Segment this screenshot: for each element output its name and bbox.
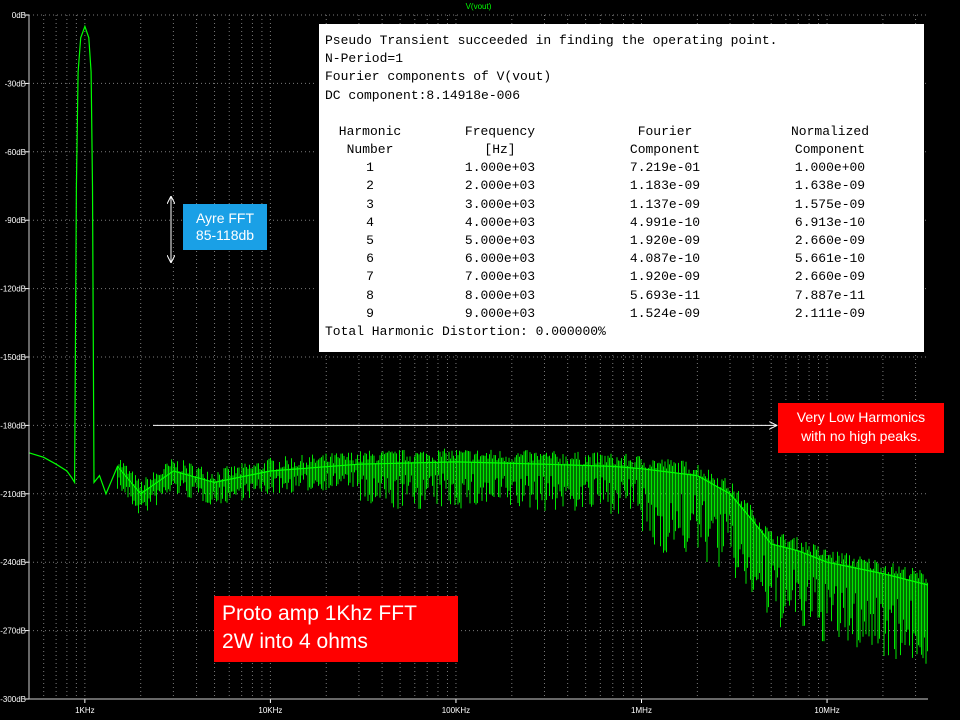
table-cell: 4 [366,214,374,230]
table-cell: 2.660e-09 [794,269,866,285]
table-row: 6 6.000e+03 4.087e-10 5.661e-10 [325,250,915,268]
table-cell: 2.000e+03 [464,178,536,194]
table-cell: 1.638e-09 [794,178,866,194]
col-header-fourier: Fourier [637,123,693,139]
col-subheader-harmonic: Number [346,141,394,157]
y-tick-label: -270dB [0,627,26,636]
table-header-row: Number [Hz] Component Component [325,141,915,159]
table-cell: 8.000e+03 [464,287,536,303]
table-cell: 1.000e+03 [464,160,536,176]
table-cell: 5 [366,232,374,248]
y-tick-label: -300dB [0,695,26,704]
x-tick-label: 100KHz [442,706,470,715]
y-tick-label: -210dB [0,490,26,499]
table-row: 4 4.000e+03 4.991e-10 6.913e-10 [325,214,915,232]
y-tick-label: -90dB [5,216,26,225]
table-row: 3 3.000e+03 1.137e-09 1.575e-09 [325,196,915,214]
log-line: Pseudo Transient succeeded in finding th… [325,33,778,48]
table-cell: 4.991e-10 [629,214,701,230]
table-cell: 2.660e-09 [794,232,866,248]
callout-text: Very Low Harmonics [796,409,926,425]
table-row: 1 1.000e+03 7.219e-01 1.000e+00 [325,159,915,177]
table-cell: 7.887e-11 [794,287,866,303]
callout-text: Proto amp 1Khz FFT [222,602,417,625]
table-cell: 2 [366,178,374,194]
table-cell: 7.219e-01 [629,160,701,176]
fourier-log-panel: Pseudo Transient succeeded in finding th… [316,24,924,352]
table-cell: 6.913e-10 [794,214,866,230]
table-cell: 1.137e-09 [629,196,701,212]
callout-text: 85-118db [195,227,255,243]
table-cell: 1.575e-09 [794,196,866,212]
callout-text: with no high peaks. [801,428,921,444]
table-cell: 8 [366,287,374,303]
table-cell: 1.000e+00 [794,160,866,176]
table-cell: 4.000e+03 [464,214,536,230]
x-tick-label: 10KHz [258,706,282,715]
col-header-normalized: Normalized [790,123,869,139]
log-line: Fourier components of V(vout) [325,69,552,85]
table-cell: 1 [366,160,374,176]
table-cell: 3.000e+03 [464,196,536,212]
y-tick-label: -120dB [0,285,26,294]
proto-amp-callout: Proto amp 1Khz FFT 2W into 4 ohms [214,596,458,662]
table-cell: 9.000e+03 [464,305,536,321]
col-header-harmonic: Harmonic [338,123,402,139]
table-row: 9 9.000e+03 1.524e-09 2.111e-09 [325,305,915,323]
ayre-fft-callout: Ayre FFT 85-118db [183,204,267,250]
y-tick-label: -30dB [5,79,26,88]
table-cell: 9 [366,305,374,321]
table-cell: 7 [366,269,374,285]
col-subheader-frequency: [Hz] [484,141,516,157]
low-harmonics-callout: Very Low Harmonics with no high peaks. [778,403,944,453]
table-cell: 1.920e-09 [629,232,701,248]
trace-label: V(vout) [466,2,492,11]
col-header-frequency: Frequency [464,123,536,139]
thd-line: Total Harmonic Distortion: 0.000000% [325,323,606,339]
table-cell: 6.000e+03 [464,251,536,267]
callout-text: Ayre FFT [195,210,255,226]
table-cell: 7.000e+03 [464,269,536,285]
y-tick-label: -150dB [0,353,26,362]
table-header-row: Harmonic Frequency Fourier Normalized [325,123,915,141]
x-tick-label: 1KHz [75,706,95,715]
table-row: 5 5.000e+03 1.920e-09 2.660e-09 [325,232,915,250]
table-cell: 5.661e-10 [794,251,866,267]
table-row: 2 2.000e+03 1.183e-09 1.638e-09 [325,177,915,195]
x-tick-label: 10MHz [814,706,839,715]
table-cell: 6 [366,251,374,267]
y-tick-label: -180dB [0,421,26,430]
table-cell: 5.693e-11 [629,287,701,303]
y-tick-label: 0dB [12,11,26,20]
callout-text: 2W into 4 ohms [222,630,368,653]
table-cell: 1.920e-09 [629,269,701,285]
y-tick-label: -240dB [0,558,26,567]
table-cell: 2.111e-09 [794,305,866,321]
table-row: 7 7.000e+03 1.920e-09 2.660e-09 [325,268,915,286]
col-subheader-fourier: Component [629,141,701,157]
table-cell: 5.000e+03 [464,232,536,248]
table-row: 8 8.000e+03 5.693e-11 7.887e-11 [325,287,915,305]
table-cell: 3 [366,196,374,212]
col-subheader-normalized: Component [794,141,866,157]
table-cell: 4.087e-10 [629,251,701,267]
log-line: N-Period=1 [325,51,404,67]
table-cell: 1.524e-09 [629,305,701,321]
harmonics-table: Harmonic Frequency Fourier Normalized Nu… [325,123,915,323]
y-tick-label: -60dB [5,148,26,157]
log-line: DC component:8.14918e-006 [325,87,521,103]
table-cell: 1.183e-09 [629,178,701,194]
x-tick-label: 1MHz [631,706,652,715]
